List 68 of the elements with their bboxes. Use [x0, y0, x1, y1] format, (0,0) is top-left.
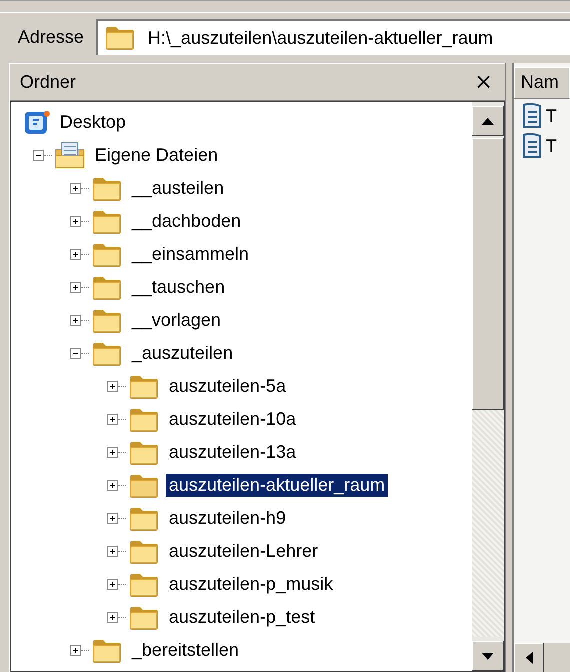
tree-item[interactable]: auszuteilen-aktueller_raum [166, 474, 388, 497]
folder-icon [91, 638, 123, 664]
folder-icon [91, 176, 123, 202]
tree-item[interactable]: __vorlagen [129, 309, 224, 332]
address-field[interactable]: H:\_auszuteilen\auszuteilen-aktueller_raum [96, 19, 570, 55]
address-label: Adresse [17, 26, 86, 48]
expand-toggle[interactable] [107, 579, 118, 590]
expand-toggle[interactable] [70, 645, 81, 656]
expand-toggle[interactable] [107, 480, 118, 491]
scroll-left-button[interactable] [514, 643, 544, 672]
expand-toggle[interactable] [107, 381, 118, 392]
expand-toggle[interactable] [70, 315, 81, 326]
folder-icon [128, 604, 160, 630]
tree-item[interactable]: __tauschen [129, 276, 228, 299]
tree-item[interactable]: Eigene Dateien [92, 144, 222, 167]
expand-toggle[interactable] [107, 447, 118, 458]
expand-toggle[interactable] [70, 282, 81, 293]
tree-item[interactable]: _auszuteilen [129, 342, 236, 365]
expand-toggle[interactable] [107, 513, 118, 524]
close-button[interactable]: × [470, 70, 497, 94]
collapse-toggle[interactable] [33, 150, 44, 161]
scroll-down-button[interactable] [472, 641, 504, 671]
pane-title: Ordner [20, 72, 76, 92]
column-header[interactable]: Nam [514, 67, 570, 99]
up-arrow-icon [482, 118, 494, 124]
collapse-toggle[interactable] [70, 348, 81, 359]
file-name[interactable]: T [546, 106, 557, 126]
documents-folder-icon [54, 142, 86, 170]
tree-item[interactable]: __einsammeln [129, 243, 252, 266]
tree-item[interactable]: auszuteilen-10a [166, 408, 300, 431]
desktop-icon [23, 108, 51, 136]
folder-icon [128, 374, 160, 400]
down-arrow-icon [482, 652, 494, 660]
left-arrow-icon [526, 652, 532, 664]
document-icon [520, 133, 544, 159]
folder-icon [91, 340, 123, 366]
folder-icon [128, 440, 160, 466]
expand-toggle[interactable] [107, 612, 118, 623]
tree-item[interactable]: __austeilen [129, 177, 228, 200]
scroll-thumb[interactable] [472, 138, 504, 410]
folder-icon [128, 406, 160, 432]
expand-toggle[interactable] [107, 414, 118, 425]
tree-item[interactable]: Desktop [57, 111, 130, 134]
folder-icon [128, 472, 160, 498]
tree-item[interactable]: auszuteilen-p_musik [166, 573, 336, 596]
tree-item[interactable]: auszuteilen-13a [166, 441, 300, 464]
expand-toggle[interactable] [70, 216, 81, 227]
folder-icon [91, 274, 123, 300]
expand-toggle[interactable] [70, 183, 81, 194]
tree-item[interactable]: auszuteilen-h9 [166, 507, 290, 530]
folder-icon [91, 242, 123, 268]
tree-item[interactable]: auszuteilen-p_test [166, 606, 318, 629]
scroll-up-button[interactable] [472, 106, 504, 136]
tree-item[interactable]: _bereitstellen [129, 639, 242, 662]
file-name[interactable]: T [546, 136, 557, 156]
folder-icon [128, 538, 160, 564]
folder-icon [128, 572, 160, 598]
folder-icon [128, 506, 160, 532]
tree-item[interactable]: auszuteilen-5a [166, 375, 290, 398]
expand-toggle[interactable] [70, 249, 81, 260]
expand-toggle[interactable] [107, 546, 118, 557]
folder-icon [104, 25, 136, 51]
folder-icon [91, 308, 123, 334]
folder-icon [91, 208, 123, 234]
tree-item[interactable]: auszuteilen-Lehrer [166, 540, 322, 563]
document-icon [520, 103, 544, 129]
vertical-scrollbar[interactable] [472, 102, 504, 671]
tree-item[interactable]: __dachboden [129, 210, 244, 233]
